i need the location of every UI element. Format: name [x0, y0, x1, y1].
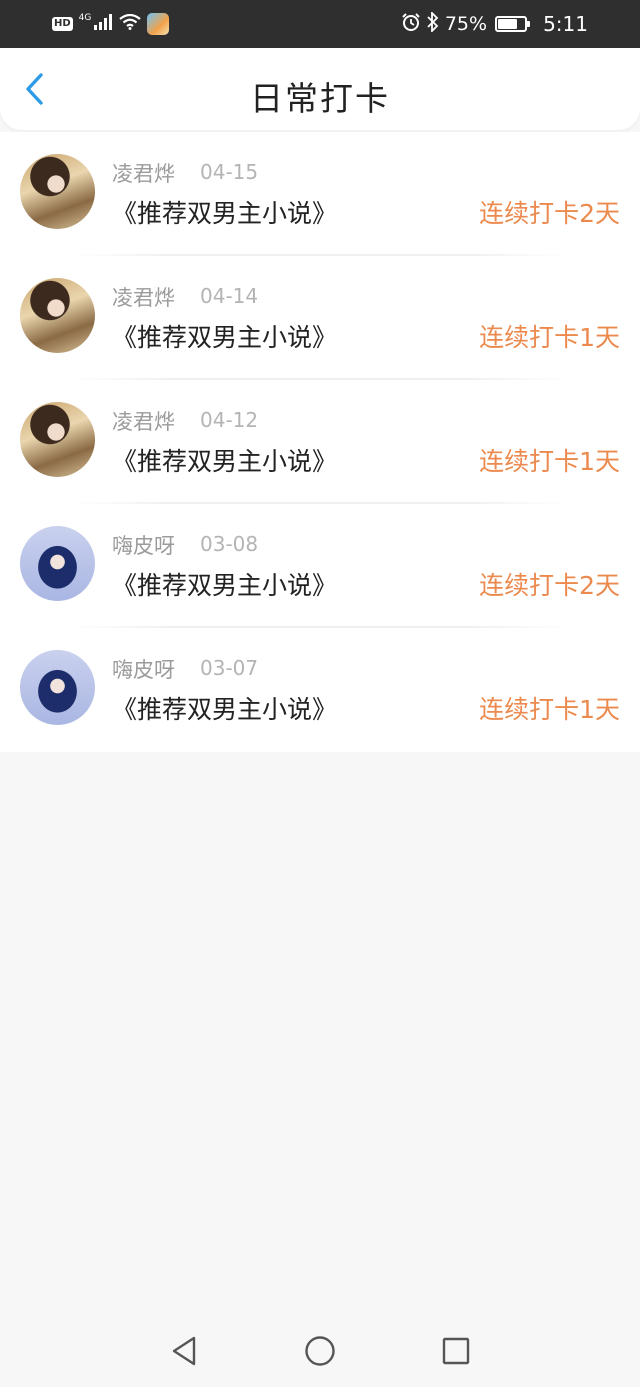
list-item[interactable]: 嗨皮呀 03-08 《推荐双男主小说》 连续打卡2天 [0, 504, 640, 628]
status-bar-left: HD 4G [52, 13, 170, 35]
avatar[interactable] [20, 402, 95, 477]
list-item[interactable]: 凌君烨 04-14 《推荐双男主小说》 连续打卡1天 [0, 256, 640, 380]
avatar[interactable] [20, 650, 95, 725]
clock: 5:11 [543, 12, 588, 36]
book-title[interactable]: 《推荐双男主小说》 [112, 318, 337, 354]
book-title[interactable]: 《推荐双男主小说》 [112, 442, 337, 478]
cellular-signal-icon [93, 13, 113, 35]
nav-recents-button[interactable] [436, 1331, 476, 1371]
user-name[interactable]: 凌君烨 [112, 406, 175, 436]
system-nav-bar [0, 1315, 640, 1387]
list-item[interactable]: 嗨皮呀 03-07 《推荐双男主小说》 连续打卡1天 [0, 628, 640, 752]
avatar[interactable] [20, 154, 95, 229]
user-name[interactable]: 凌君烨 [112, 282, 175, 312]
streak-label: 连续打卡1天 [479, 323, 620, 352]
avatar[interactable] [20, 526, 95, 601]
streak-label: 连续打卡2天 [479, 199, 620, 228]
app-notification-icon [147, 13, 170, 35]
user-name[interactable]: 凌君烨 [112, 158, 175, 188]
checkin-list: 凌君烨 04-15 《推荐双男主小说》 连续打卡2天 凌君烨 04-14 《推荐… [0, 132, 640, 752]
network-type-label: 4G [78, 13, 92, 23]
battery-percent: 75% [444, 13, 488, 35]
checkin-date: 04-12 [200, 408, 259, 432]
hd-icon: HD [52, 17, 73, 31]
checkin-date: 03-07 [200, 656, 259, 680]
book-title[interactable]: 《推荐双男主小说》 [112, 690, 337, 726]
user-name[interactable]: 嗨皮呀 [112, 654, 175, 684]
book-title[interactable]: 《推荐双男主小说》 [112, 566, 337, 602]
recents-square-icon [442, 1337, 470, 1365]
home-circle-icon [305, 1336, 335, 1366]
user-name[interactable]: 嗨皮呀 [112, 530, 175, 560]
page-title: 日常打卡 [250, 79, 390, 118]
nav-home-button[interactable] [300, 1331, 340, 1371]
battery-fill [498, 19, 518, 29]
book-title[interactable]: 《推荐双男主小说》 [112, 194, 337, 230]
streak-label: 连续打卡1天 [479, 695, 620, 724]
status-bar: HD 4G 75% 5:11 [0, 0, 640, 48]
alarm-icon [401, 12, 421, 37]
streak-label: 连续打卡1天 [479, 447, 620, 476]
checkin-date: 03-08 [200, 532, 259, 556]
streak-label: 连续打卡2天 [479, 571, 620, 600]
header: 日常打卡 [0, 48, 640, 130]
status-bar-right: 75% 5:11 [401, 10, 588, 37]
checkin-date: 04-15 [200, 160, 259, 184]
list-item[interactable]: 凌君烨 04-12 《推荐双男主小说》 连续打卡1天 [0, 380, 640, 504]
wifi-icon [119, 13, 142, 35]
checkin-date: 04-14 [200, 284, 259, 308]
bluetooth-icon [427, 10, 439, 37]
nav-back-button[interactable] [164, 1331, 204, 1371]
battery-icon [495, 16, 531, 32]
list-item[interactable]: 凌君烨 04-15 《推荐双男主小说》 连续打卡2天 [0, 132, 640, 256]
avatar[interactable] [20, 278, 95, 353]
back-triangle-icon [172, 1336, 196, 1366]
